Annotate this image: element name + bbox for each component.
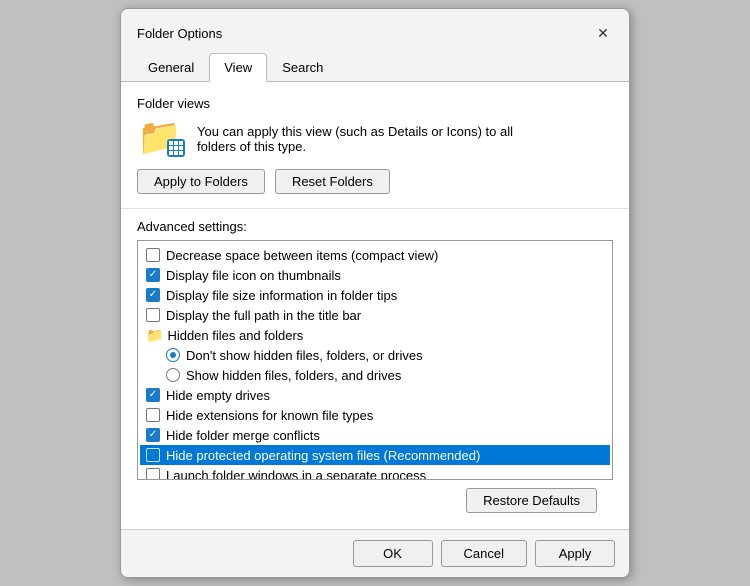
grid-cell xyxy=(174,146,178,150)
checkbox-hide-protected-os[interactable] xyxy=(146,448,160,462)
apply-button[interactable]: Apply xyxy=(535,540,615,567)
advanced-title: Advanced settings: xyxy=(137,219,613,234)
grid-cell xyxy=(179,141,183,145)
checkbox-launch-separate[interactable] xyxy=(146,468,160,480)
label-hide-folder-merge: Hide folder merge conflicts xyxy=(166,428,320,443)
tab-bar: General View Search xyxy=(121,53,629,82)
grid-overlay-icon xyxy=(167,139,185,157)
label-display-full-path: Display the full path in the title bar xyxy=(166,308,361,323)
folder-views-section: Folder views 📁 xyxy=(121,82,629,209)
grid-cell xyxy=(179,146,183,150)
close-button[interactable]: ✕ xyxy=(589,19,617,47)
grid-cell xyxy=(179,151,183,155)
folder-views-desc-line1: You can apply this view (such as Details… xyxy=(197,124,513,139)
apply-to-folders-button[interactable]: Apply to Folders xyxy=(137,169,265,194)
folder-views-title: Folder views xyxy=(137,96,613,111)
folder-group-icon: 📁 xyxy=(146,327,163,344)
checkbox-hide-extensions[interactable] xyxy=(146,408,160,422)
setting-hide-folder-merge[interactable]: Hide folder merge conflicts xyxy=(140,425,610,445)
settings-list-wrap[interactable]: Decrease space between items (compact vi… xyxy=(137,240,613,480)
setting-display-file-icon[interactable]: Display file icon on thumbnails xyxy=(140,265,610,285)
tab-view[interactable]: View xyxy=(209,53,267,82)
radio-show-hidden[interactable] xyxy=(166,368,180,382)
setting-dont-show-hidden[interactable]: Don't show hidden files, folders, or dri… xyxy=(140,345,610,365)
grid-cell xyxy=(169,146,173,150)
tab-search[interactable]: Search xyxy=(267,53,338,82)
folder-views-row: 📁 You can apply this view (such xyxy=(137,119,613,159)
label-launch-separate: Launch folder windows in a separate proc… xyxy=(166,468,426,481)
dialog-title: Folder Options xyxy=(137,26,222,41)
grid-cell xyxy=(174,141,178,145)
label-hide-protected-os: Hide protected operating system files (R… xyxy=(166,448,480,463)
settings-list: Decrease space between items (compact vi… xyxy=(138,241,612,480)
label-hide-extensions: Hide extensions for known file types xyxy=(166,408,373,423)
folder-options-dialog: Folder Options ✕ General View Search Fol… xyxy=(120,8,630,578)
setting-show-hidden[interactable]: Show hidden files, folders, and drives xyxy=(140,365,610,385)
setting-display-file-size[interactable]: Display file size information in folder … xyxy=(140,285,610,305)
folder-views-buttons: Apply to Folders Reset Folders xyxy=(137,169,613,194)
checkbox-hide-folder-merge[interactable] xyxy=(146,428,160,442)
grid-cell xyxy=(169,151,173,155)
setting-hide-protected-os[interactable]: Hide protected operating system files (R… xyxy=(140,445,610,465)
dialog-content: Folder views 📁 xyxy=(121,82,629,529)
title-bar: Folder Options ✕ xyxy=(121,9,629,53)
bottom-restore-area: Restore Defaults xyxy=(137,480,613,519)
checkbox-decrease-space[interactable] xyxy=(146,248,160,262)
label-display-file-icon: Display file icon on thumbnails xyxy=(166,268,341,283)
label-display-file-size: Display file size information in folder … xyxy=(166,288,397,303)
label-hide-empty-drives: Hide empty drives xyxy=(166,388,270,403)
grid-cell xyxy=(169,141,173,145)
reset-folders-button[interactable]: Reset Folders xyxy=(275,169,390,194)
label-decrease-space: Decrease space between items (compact vi… xyxy=(166,248,438,263)
advanced-section: Advanced settings: Decrease space betwee… xyxy=(121,209,629,529)
setting-hide-extensions[interactable]: Hide extensions for known file types xyxy=(140,405,610,425)
label-show-hidden: Show hidden files, folders, and drives xyxy=(186,368,401,383)
folder-views-description: You can apply this view (such as Details… xyxy=(197,124,513,154)
cancel-button[interactable]: Cancel xyxy=(441,540,527,567)
setting-hidden-files-group: 📁 Hidden files and folders xyxy=(140,325,610,345)
checkbox-display-file-icon[interactable] xyxy=(146,268,160,282)
dialog-footer: OK Cancel Apply xyxy=(121,529,629,577)
checkbox-display-full-path[interactable] xyxy=(146,308,160,322)
checkbox-display-file-size[interactable] xyxy=(146,288,160,302)
setting-hide-empty-drives[interactable]: Hide empty drives xyxy=(140,385,610,405)
folder-icon-wrap: 📁 xyxy=(137,119,185,159)
setting-decrease-space[interactable]: Decrease space between items (compact vi… xyxy=(140,245,610,265)
label-hidden-files-group: Hidden files and folders xyxy=(167,328,303,343)
checkbox-hide-empty-drives[interactable] xyxy=(146,388,160,402)
tab-general[interactable]: General xyxy=(133,53,209,82)
ok-button[interactable]: OK xyxy=(353,540,433,567)
grid-cell xyxy=(174,151,178,155)
radio-dont-show-hidden[interactable] xyxy=(166,348,180,362)
label-dont-show-hidden: Don't show hidden files, folders, or dri… xyxy=(186,348,423,363)
folder-views-desc-line2: folders of this type. xyxy=(197,139,513,154)
restore-defaults-button[interactable]: Restore Defaults xyxy=(466,488,597,513)
setting-display-full-path[interactable]: Display the full path in the title bar xyxy=(140,305,610,325)
setting-launch-separate[interactable]: Launch folder windows in a separate proc… xyxy=(140,465,610,480)
